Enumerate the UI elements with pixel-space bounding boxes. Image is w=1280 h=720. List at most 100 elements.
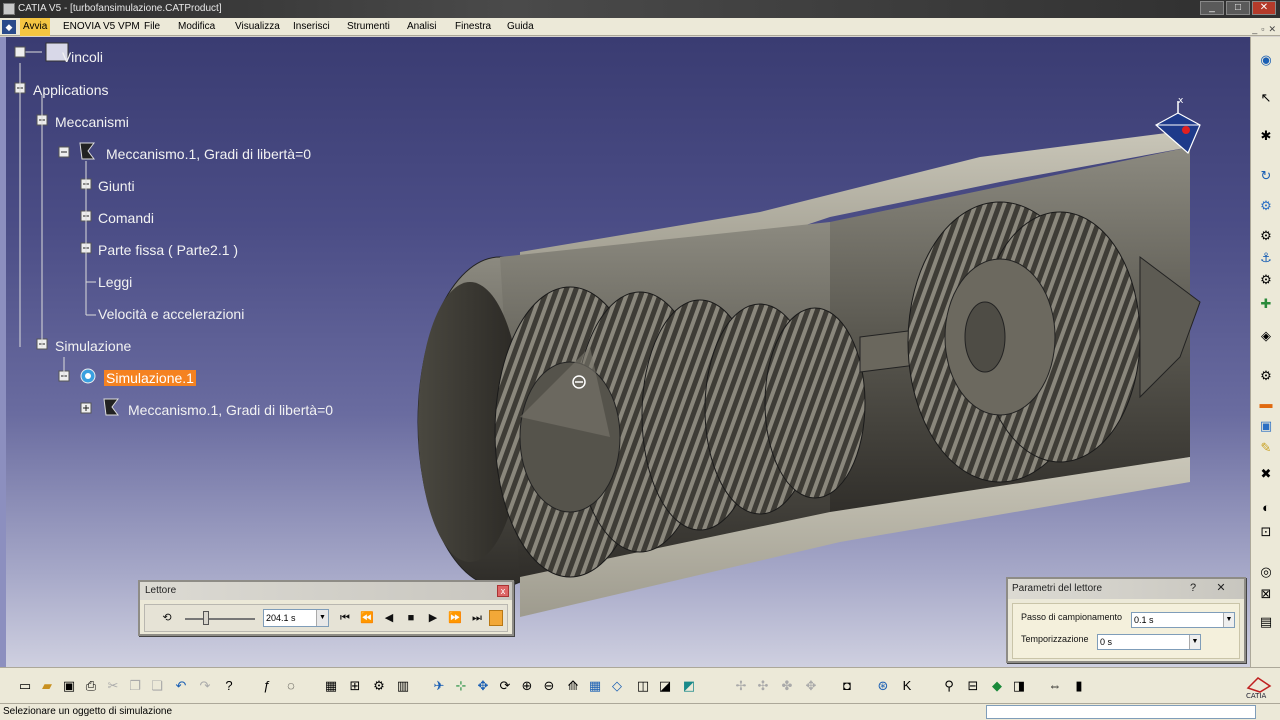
rotate-view-icon[interactable]: ⟳: [496, 677, 514, 695]
graph-icon[interactable]: ⊞: [346, 677, 364, 695]
whats-this-icon[interactable]: ?: [220, 677, 238, 695]
3d-viewport[interactable]: Vincoli Applications Meccanismi Meccanis…: [0, 37, 1250, 667]
catia-logo-icon[interactable]: ◆: [2, 20, 16, 34]
measure-icon[interactable]: ⊟: [964, 677, 982, 695]
disabled-tool-4-icon[interactable]: ✥: [802, 677, 820, 695]
new-file-icon[interactable]: ▭: [16, 677, 34, 695]
anchor-icon[interactable]: ⚓: [1257, 249, 1275, 267]
trace-icon[interactable]: ⊠: [1257, 585, 1275, 603]
record-icon[interactable]: ▬: [1257, 395, 1275, 413]
disabled-tool-3-icon[interactable]: ✤: [778, 677, 796, 695]
turbofan-model[interactable]: [0, 37, 1250, 667]
hide-show-icon[interactable]: ◪: [656, 677, 674, 695]
player-options-button[interactable]: [489, 610, 503, 626]
mdi-restore-icon[interactable]: ▫: [1261, 20, 1264, 38]
clash-icon[interactable]: ◐: [1257, 499, 1275, 517]
rotate-icon[interactable]: ↻: [1257, 167, 1275, 185]
table-icon[interactable]: ▦: [322, 677, 340, 695]
minimize-button[interactable]: _: [1200, 1, 1224, 15]
parametri-close-button[interactable]: ✕: [1214, 581, 1228, 595]
time-field[interactable]: 204.1 s ▼: [263, 609, 329, 627]
last-frame-button[interactable]: ⏭: [469, 610, 485, 626]
save-icon[interactable]: ▣: [60, 677, 78, 695]
sensor-icon[interactable]: ◈: [1257, 327, 1275, 345]
menu-avvia[interactable]: Avvia: [20, 18, 51, 36]
stop-button[interactable]: ■: [403, 610, 419, 626]
undo-icon[interactable]: ↶: [172, 677, 190, 695]
step-forward-button[interactable]: ⏩: [447, 610, 463, 626]
mdi-close-icon[interactable]: ✕: [1268, 20, 1276, 38]
copy-icon[interactable]: ❐: [126, 677, 144, 695]
menu-file[interactable]: File: [141, 18, 163, 36]
tree-item-sim-meccanismo[interactable]: Meccanismo.1, Gradi di libertà=0: [128, 402, 333, 418]
print-icon[interactable]: ⎙: [82, 677, 100, 695]
iso-view-icon[interactable]: ◇: [608, 677, 626, 695]
catalog-icon[interactable]: ⚙: [370, 677, 388, 695]
swap-visible-icon[interactable]: ◩: [680, 677, 698, 695]
loop-icon[interactable]: ⟲: [159, 610, 175, 626]
tree-item-meccanismo[interactable]: Meccanismo.1, Gradi di libertà=0: [106, 146, 311, 162]
fly-mode-icon[interactable]: ✈: [430, 677, 448, 695]
law-icon[interactable]: ✚: [1257, 295, 1275, 313]
k-tool-icon[interactable]: K: [898, 677, 916, 695]
layout-icon[interactable]: ⇔: [1046, 677, 1064, 695]
shading-icon[interactable]: ◫: [634, 677, 652, 695]
mdi-minimize-icon[interactable]: _: [1252, 20, 1257, 38]
select-arrow-icon[interactable]: ↖: [1257, 89, 1275, 107]
open-file-icon[interactable]: ▰: [38, 677, 56, 695]
menu-strumenti[interactable]: Strumenti: [344, 18, 393, 36]
gear-icon[interactable]: ⚙: [1257, 227, 1275, 245]
camera-icon[interactable]: ◘: [838, 677, 856, 695]
comment-icon[interactable]: ◌: [282, 677, 300, 695]
tool-options-icon[interactable]: ◨: [1010, 677, 1028, 695]
mechanism-tool-icon[interactable]: ⚙: [1257, 271, 1275, 289]
joint-icon[interactable]: ⚙: [1257, 197, 1275, 215]
tools-icon[interactable]: ✖: [1257, 465, 1275, 483]
menu-visualizza[interactable]: Visualizza: [232, 18, 283, 36]
temporizzazione-dropdown-icon[interactable]: ▼: [1189, 635, 1200, 649]
tree-item-parte-fissa[interactable]: Parte fissa ( Parte2.1 ): [98, 242, 238, 258]
fit-all-icon[interactable]: ⊹: [452, 677, 470, 695]
normal-view-icon[interactable]: ⟰: [564, 677, 582, 695]
first-frame-button[interactable]: ⏮: [337, 610, 353, 626]
passo-field[interactable]: 0.1 s ▼: [1131, 612, 1235, 628]
disabled-tool-1-icon[interactable]: ✢: [732, 677, 750, 695]
command-input[interactable]: [986, 705, 1256, 719]
search-icon[interactable]: ⚲: [940, 677, 958, 695]
cut-icon[interactable]: ✂: [104, 677, 122, 695]
material-icon[interactable]: ◆: [988, 677, 1006, 695]
menu-inserisci[interactable]: Inserisci: [290, 18, 333, 36]
time-slider-track[interactable]: [185, 618, 255, 620]
help-button[interactable]: ?: [1186, 581, 1200, 595]
simulation-icon[interactable]: ⚙: [1257, 367, 1275, 385]
menu-enovia[interactable]: ENOVIA V5 VPM: [60, 18, 143, 36]
tree-item-velocita[interactable]: Velocità e accelerazioni: [98, 306, 244, 322]
temporizzazione-field[interactable]: 0 s ▼: [1097, 634, 1201, 650]
play-backward-button[interactable]: ◀: [381, 610, 397, 626]
zoom-out-icon[interactable]: ⊖: [540, 677, 558, 695]
menu-guida[interactable]: Guida: [504, 18, 537, 36]
compass-reset-icon[interactable]: ⊛: [874, 677, 892, 695]
menu-modifica[interactable]: Modifica: [175, 18, 218, 36]
maximize-button[interactable]: □: [1226, 1, 1250, 15]
filter-icon[interactable]: ✱: [1257, 127, 1275, 145]
passo-dropdown-icon[interactable]: ▼: [1223, 613, 1234, 627]
design-table-icon[interactable]: ▥: [394, 677, 412, 695]
device-icon[interactable]: ▮: [1070, 677, 1088, 695]
multi-view-icon[interactable]: ▦: [586, 677, 604, 695]
workbench-icon[interactable]: ◉: [1257, 51, 1275, 69]
play-forward-button[interactable]: ▶: [425, 610, 441, 626]
step-back-button[interactable]: ⏪: [359, 610, 375, 626]
menu-finestra[interactable]: Finestra: [452, 18, 494, 36]
zoom-in-icon[interactable]: ⊕: [518, 677, 536, 695]
time-slider-thumb[interactable]: [203, 611, 209, 625]
menu-analisi[interactable]: Analisi: [404, 18, 439, 36]
catia-app-icon[interactable]: [3, 3, 15, 15]
player-icon[interactable]: ▣: [1257, 417, 1275, 435]
distance-icon[interactable]: ⊡: [1257, 523, 1275, 541]
formula-icon[interactable]: ƒ: [258, 677, 276, 695]
replay-icon[interactable]: ✎: [1257, 439, 1275, 457]
close-button[interactable]: ✕: [1252, 1, 1276, 15]
tree-item-simulazione-1[interactable]: Simulazione.1: [104, 370, 196, 386]
swept-volume-icon[interactable]: ◎: [1257, 563, 1275, 581]
